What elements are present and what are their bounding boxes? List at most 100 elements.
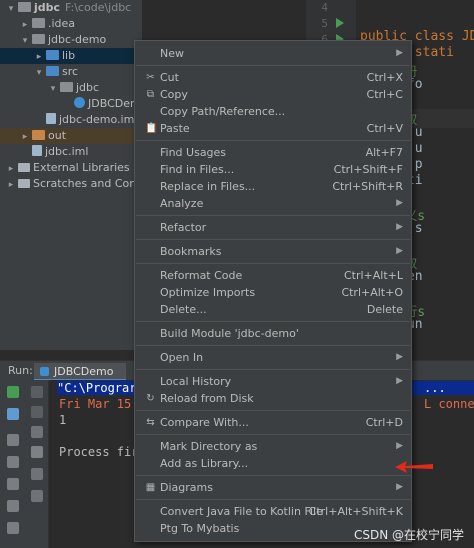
menu-item-diagrams[interactable]: ▦ Diagrams ▶	[135, 479, 411, 496]
down-arrow-icon[interactable]	[31, 406, 43, 418]
tree-item[interactable]: ▾ jdbc	[0, 80, 99, 96]
tree-item[interactable]: ▸ Scratches and Conso	[0, 176, 142, 192]
menu-item-paste[interactable]: 📋 Paste Ctrl+V	[135, 120, 411, 137]
wrench-icon[interactable]	[7, 408, 19, 420]
chevron-down-icon[interactable]: ▾	[20, 33, 30, 49]
menu-item-refactor[interactable]: Refactor ▶	[135, 219, 411, 236]
menu-item-local-history[interactable]: Local History ▶	[135, 373, 411, 390]
scratches-icon	[18, 179, 30, 188]
menu-item-mark-directory-as[interactable]: Mark Directory as ▶	[135, 438, 411, 455]
chevron-down-icon[interactable]: ▾	[48, 81, 58, 97]
paste-icon: 📋	[145, 123, 158, 134]
trash-icon[interactable]	[31, 490, 43, 502]
chevron-right-icon[interactable]: ▸	[6, 161, 16, 177]
tree-item[interactable]: ▾ src	[0, 64, 78, 80]
chevron-down-icon[interactable]: ▾	[34, 65, 44, 81]
chevron-right-icon: ▶	[396, 441, 403, 451]
stop-icon[interactable]	[7, 434, 19, 446]
tree-item[interactable]: jdbc-demo.iml	[0, 112, 137, 128]
menu-item-analyze[interactable]: Analyze ▶	[135, 195, 411, 212]
source-folder-icon	[46, 50, 59, 60]
menu-item-label: Add as Library...	[160, 457, 249, 470]
menu-item-open-in[interactable]: Open In ▶	[135, 349, 411, 366]
menu-item-label: Paste	[160, 122, 190, 135]
menu-item-label: Open In	[160, 351, 204, 364]
menu-item-copy-path-reference[interactable]: Copy Path/Reference...	[135, 103, 411, 120]
exit-icon[interactable]	[7, 478, 19, 490]
print-icon[interactable]	[31, 468, 43, 480]
soft-wrap-icon[interactable]	[31, 426, 43, 438]
menu-item-label: Copy Path/Reference...	[160, 105, 286, 118]
menu-separator	[136, 140, 410, 141]
cut-icon: ✂	[146, 72, 155, 83]
tree-item-label: jdbc.iml	[45, 145, 89, 158]
menu-item-label: Refactor	[160, 221, 207, 234]
tree-item[interactable]: ▾ jdbc F:\code\jdbc	[0, 0, 132, 17]
chevron-right-icon: ▶	[396, 482, 403, 492]
compare-with-icon: ⇆	[146, 417, 155, 428]
menu-item-shortcut: Ctrl+C	[366, 88, 403, 101]
pin-icon[interactable]	[7, 522, 19, 534]
menu-item-label: Find in Files...	[160, 163, 235, 176]
chevron-down-icon[interactable]: ▾	[6, 1, 16, 17]
menu-item-shortcut: Ctrl+Alt+O	[341, 286, 403, 299]
menu-item-bookmarks[interactable]: Bookmarks ▶	[135, 243, 411, 260]
menu-item-label: Delete...	[160, 303, 207, 316]
chevron-right-icon: ▶	[396, 222, 403, 232]
camera-icon[interactable]	[7, 456, 19, 468]
menu-item-compare-with[interactable]: ⇆ Compare With... Ctrl+D	[135, 414, 411, 431]
line-number: 4	[321, 1, 328, 14]
chevron-right-icon[interactable]: ▸	[6, 177, 16, 193]
menu-item-copy[interactable]: ⧉ Copy Ctrl+C	[135, 86, 411, 103]
settings-icon[interactable]	[7, 500, 19, 512]
chevron-right-icon[interactable]: ▸	[20, 17, 30, 33]
tree-item-label: lib	[62, 49, 76, 62]
menu-item-shortcut: Ctrl+X	[366, 71, 403, 84]
tab-jdbcdemo[interactable]: JDBCDemo	[34, 363, 126, 381]
menu-item-delete[interactable]: Delete... Delete	[135, 301, 411, 318]
console-line-tail: ...	[424, 381, 446, 395]
menu-item-optimize-imports[interactable]: Optimize Imports Ctrl+Alt+O	[135, 284, 411, 301]
menu-item-convert-java-file-to-kotlin-file[interactable]: Convert Java File to Kotlin File Ctrl+Alt…	[135, 503, 411, 520]
tree-item[interactable]: ▸ lib	[0, 48, 142, 64]
tree-item-label: src	[62, 65, 79, 78]
menu-item-new[interactable]: New ▶	[135, 45, 411, 62]
menu-item-shortcut: Ctrl+Alt+L	[343, 269, 403, 282]
run-gutter-icon[interactable]	[336, 18, 344, 28]
console-line: Fri Mar 15	[59, 397, 132, 411]
tree-item[interactable]: ▸ .idea	[0, 16, 75, 32]
class-icon	[40, 367, 49, 376]
menu-separator	[136, 215, 410, 216]
rerun-icon[interactable]	[7, 386, 19, 398]
up-arrow-icon[interactable]	[31, 386, 43, 398]
diagrams-icon: ▦	[145, 482, 156, 493]
tree-item[interactable]: ▸ External Libraries	[0, 160, 130, 176]
menu-separator	[136, 434, 410, 435]
chevron-right-icon[interactable]: ▸	[34, 49, 44, 65]
tree-item[interactable]: ▾ jdbc-demo	[0, 32, 107, 49]
menu-item-label: Replace in Files...	[160, 180, 256, 193]
menu-item-build-module-jdbc-demo[interactable]: Build Module 'jdbc-demo'	[135, 325, 411, 342]
menu-item-find-in-files[interactable]: Find in Files... Ctrl+Shift+F	[135, 161, 411, 178]
chevron-right-icon[interactable]: ▸	[20, 129, 30, 145]
menu-separator	[136, 263, 410, 264]
menu-item-shortcut: Alt+F7	[365, 146, 403, 159]
tree-item[interactable]: ▸ out	[0, 128, 142, 144]
menu-item-label: Mark Directory as	[160, 440, 258, 453]
menu-item-shortcut: Ctrl+Alt+Shift+K	[308, 505, 403, 518]
tree-item[interactable]: jdbc.iml	[0, 144, 88, 160]
menu-item-reformat-code[interactable]: Reformat Code Ctrl+Alt+L	[135, 267, 411, 284]
tree-item-label: jdbc	[34, 1, 61, 14]
console-line: 1	[59, 413, 67, 427]
tree-item[interactable]: JDBCDer	[0, 96, 135, 112]
menu-item-replace-in-files[interactable]: Replace in Files... Ctrl+Shift+R	[135, 178, 411, 195]
folder-icon	[32, 34, 45, 44]
menu-item-find-usages[interactable]: Find Usages Alt+F7	[135, 144, 411, 161]
menu-item-label: Find Usages	[160, 146, 227, 159]
menu-item-cut[interactable]: ✂ Cut Ctrl+X	[135, 69, 411, 86]
scroll-to-end-icon[interactable]	[31, 446, 43, 458]
menu-item-label: New	[160, 47, 184, 60]
menu-item-reload-from-disk[interactable]: ↻ Reload from Disk	[135, 390, 411, 407]
menu-item-add-as-library[interactable]: Add as Library...	[135, 455, 411, 472]
tree-item-label: jdbc-demo	[48, 33, 107, 46]
